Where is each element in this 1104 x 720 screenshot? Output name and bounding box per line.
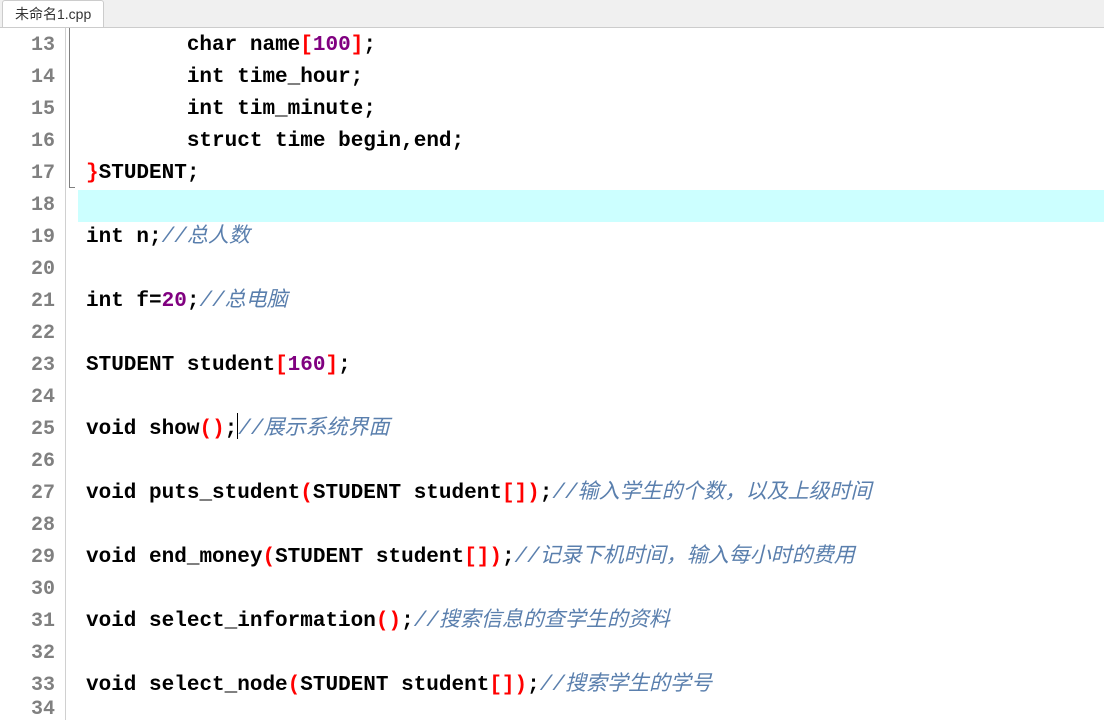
keyword: void <box>86 674 136 697</box>
code-line[interactable] <box>78 702 1104 718</box>
line-number: 16 <box>0 126 65 158</box>
line-number: 30 <box>0 574 65 606</box>
line-number: 23 <box>0 350 65 382</box>
line-number-gutter: 1314151617181920212223242526272829303132… <box>0 28 66 720</box>
line-number: 25 <box>0 414 65 446</box>
comment: //输入学生的个数，以及上级时间 <box>552 482 871 505</box>
text-cursor-icon <box>237 413 238 439</box>
code-line[interactable]: void select_information();//搜索信息的查学生的资料 <box>78 606 1104 638</box>
code-line[interactable]: void select_node(STUDENT student[]);//搜索… <box>78 670 1104 702</box>
comment: //总人数 <box>162 226 250 249</box>
code-line[interactable] <box>78 446 1104 478</box>
line-number: 17 <box>0 158 65 190</box>
line-number: 20 <box>0 254 65 286</box>
code-line[interactable] <box>78 574 1104 606</box>
code-line[interactable]: int n;//总人数 <box>78 222 1104 254</box>
keyword: int <box>187 98 225 121</box>
current-line[interactable] <box>78 190 1104 222</box>
code-area[interactable]: char name[100]; int time_hour; int tim_m… <box>78 28 1104 720</box>
comment: //总电脑 <box>199 290 287 313</box>
comment: //记录下机时间，输入每小时的费用 <box>515 546 855 569</box>
line-number: 15 <box>0 94 65 126</box>
fold-line-icon <box>69 28 70 188</box>
keyword: void <box>86 482 136 505</box>
code-line[interactable]: void puts_student(STUDENT student[]);//输… <box>78 478 1104 510</box>
line-number: 21 <box>0 286 65 318</box>
code-line[interactable]: int f=20;//总电脑 <box>78 286 1104 318</box>
line-number: 22 <box>0 318 65 350</box>
code-line[interactable]: int time_hour; <box>78 62 1104 94</box>
code-line[interactable] <box>78 254 1104 286</box>
code-line[interactable] <box>78 318 1104 350</box>
line-number: 29 <box>0 542 65 574</box>
code-line[interactable]: }STUDENT; <box>78 158 1104 190</box>
code-line[interactable]: STUDENT student[160]; <box>78 350 1104 382</box>
line-number: 32 <box>0 638 65 670</box>
comment: //搜索信息的查学生的资料 <box>414 610 670 633</box>
code-line[interactable]: void show();//展示系统界面 <box>78 414 1104 446</box>
line-number: 19 <box>0 222 65 254</box>
code-line[interactable]: char name[100]; <box>78 30 1104 62</box>
comment: //展示系统界面 <box>238 418 389 441</box>
code-line[interactable]: struct time begin,end; <box>78 126 1104 158</box>
line-number: 18 <box>0 190 65 222</box>
code-editor[interactable]: 1314151617181920212223242526272829303132… <box>0 28 1104 720</box>
line-number: 14 <box>0 62 65 94</box>
keyword: struct <box>187 130 263 153</box>
brace-close-icon: } <box>86 162 99 185</box>
comment: //搜索学生的学号 <box>540 674 712 697</box>
tab-bar: 未命名1.cpp <box>0 0 1104 28</box>
keyword: int <box>86 290 124 313</box>
code-line[interactable] <box>78 638 1104 670</box>
keyword: void <box>86 610 136 633</box>
keyword: int <box>86 226 124 249</box>
line-number: 24 <box>0 382 65 414</box>
line-number: 27 <box>0 478 65 510</box>
code-line[interactable]: int tim_minute; <box>78 94 1104 126</box>
line-number: 13 <box>0 30 65 62</box>
line-number: 26 <box>0 446 65 478</box>
fold-margin <box>66 28 78 720</box>
line-number: 28 <box>0 510 65 542</box>
code-line[interactable]: void end_money(STUDENT student[]);//记录下机… <box>78 542 1104 574</box>
code-line[interactable] <box>78 382 1104 414</box>
line-number: 31 <box>0 606 65 638</box>
code-line[interactable] <box>78 510 1104 542</box>
keyword: void <box>86 418 136 441</box>
keyword: void <box>86 546 136 569</box>
tab-filename: 未命名1.cpp <box>15 6 91 22</box>
keyword: int <box>187 66 225 89</box>
file-tab[interactable]: 未命名1.cpp <box>2 0 104 27</box>
line-number: 34 <box>0 702 65 718</box>
keyword: char <box>187 34 237 57</box>
